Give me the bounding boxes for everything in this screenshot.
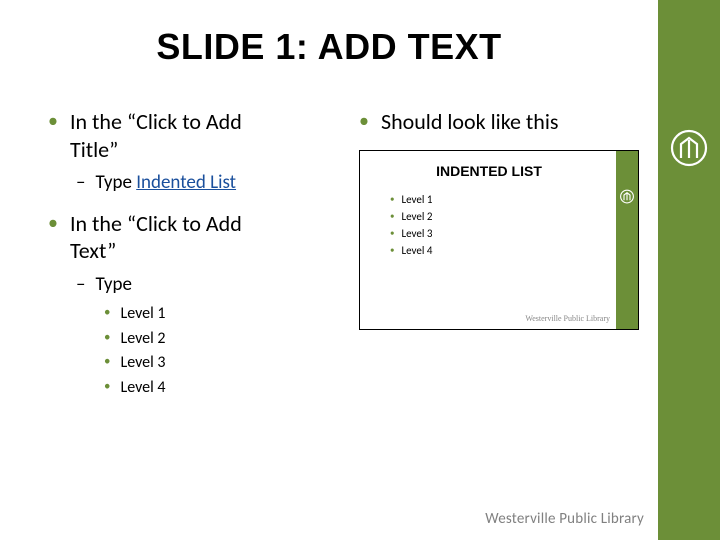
level-label: Level 4 (120, 377, 165, 399)
sidebar-accent (658, 0, 720, 540)
preview-title: INDENTED LIST (360, 151, 618, 179)
slide-preview: INDENTED LIST • Level 1 • Level 2 • Leve… (359, 150, 639, 330)
bullet-text: Should look like this (381, 108, 559, 136)
bullet-add-title: • In the “Click to Add Title” (48, 108, 319, 163)
level-item: • Level 4 (104, 377, 319, 399)
preview-item-label: Level 2 (401, 210, 432, 223)
level-label: Level 1 (120, 303, 165, 325)
level-label: Level 2 (120, 328, 165, 350)
level-item: • Level 1 (104, 303, 319, 325)
bullet-text: In the “Click to Add Text” (70, 210, 242, 265)
bullet-dot-icon: • (359, 108, 369, 134)
bullet-dot-icon: • (390, 211, 394, 222)
preview-footer: Westerville Public Library (525, 314, 610, 323)
content-columns: • In the “Click to Add Title” – Type Ind… (0, 108, 658, 401)
preview-item-label: Level 1 (401, 193, 432, 206)
slide-footer: Westerville Public Library (485, 510, 644, 528)
bullet-add-text: • In the “Click to Add Text” (48, 210, 319, 265)
bullet-dot-icon: • (390, 245, 394, 256)
bullet-dot-icon: • (104, 377, 110, 398)
preview-item-label: Level 4 (401, 244, 432, 257)
indented-list-link[interactable]: Indented List (136, 171, 236, 194)
preview-list-item: • Level 1 (390, 193, 638, 206)
left-column: • In the “Click to Add Title” – Type Ind… (0, 108, 329, 401)
level-item: • Level 2 (104, 328, 319, 350)
preview-list-item: • Level 2 (390, 210, 638, 223)
bullet-dot-icon: • (104, 303, 110, 324)
preview-item-label: Level 3 (401, 227, 432, 240)
bullet-dot-icon: • (390, 228, 394, 239)
bullet-should-look: • Should look like this (359, 108, 638, 136)
dash-icon: – (76, 171, 85, 196)
preview-list-item: • Level 3 (390, 227, 638, 240)
sub-bullet-type: – Type (76, 273, 319, 298)
preview-body: • Level 1 • Level 2 • Level 3 • Level 4 (360, 179, 638, 257)
bullet-dot-icon: • (48, 210, 58, 236)
bullet-text: In the “Click to Add Title” (70, 108, 242, 163)
right-column: • Should look like this INDENTED LIST • … (329, 108, 658, 401)
sub-bullet-text: Type Indented List (95, 171, 236, 196)
preview-sidebar-accent (616, 151, 638, 329)
level-label: Level 3 (120, 352, 165, 374)
bullet-dot-icon: • (104, 328, 110, 349)
bullet-dot-icon: • (104, 352, 110, 373)
bullet-dot-icon: • (390, 194, 394, 205)
level-item: • Level 3 (104, 352, 319, 374)
dash-icon: – (76, 273, 85, 298)
library-logo-icon (620, 189, 635, 209)
sub-bullet-text: Type (95, 273, 131, 298)
slide-title: SLIDE 1: ADD TEXT (0, 26, 658, 68)
library-logo-icon (669, 128, 709, 173)
bullet-dot-icon: • (48, 108, 58, 134)
sub-bullet-type-indented: – Type Indented List (76, 171, 319, 196)
preview-list-item: • Level 4 (390, 244, 638, 257)
